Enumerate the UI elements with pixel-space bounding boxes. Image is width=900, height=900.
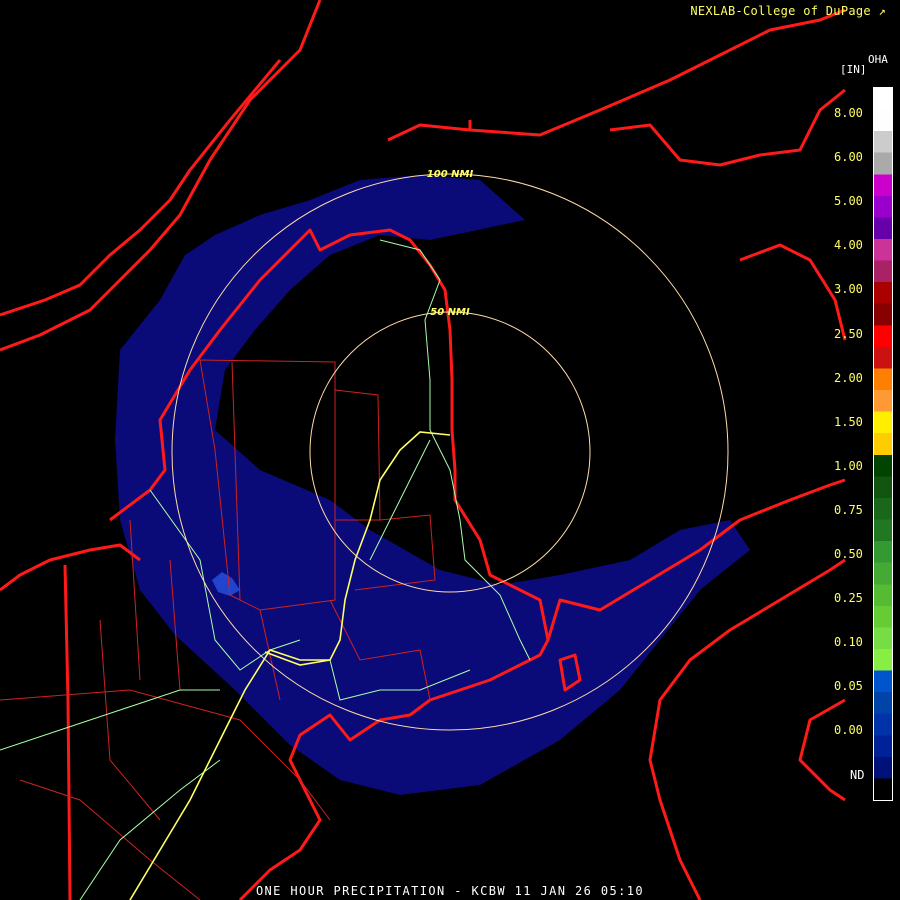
legend-label: 0.75 [834, 502, 863, 517]
legend-label: 0.05 [834, 679, 863, 694]
legend-label: 1.50 [834, 414, 863, 429]
ring-label-50: 50 NMI [430, 307, 470, 318]
credit-label: NEXLAB-College of DuPage [690, 4, 871, 18]
ring-label-100: 100 NMI [427, 169, 474, 180]
legend-label: 1.00 [834, 458, 863, 473]
legend-label: 2.00 [834, 370, 863, 385]
legend-label: 8.00 [834, 106, 863, 120]
external-link-icon[interactable]: ↗ [878, 4, 886, 18]
product-code: OHA [868, 53, 888, 66]
legend-label: 3.00 [834, 282, 863, 297]
legend-label: 6.00 [834, 150, 863, 165]
credit-text: NEXLAB-College of DuPage ↗ [690, 4, 886, 18]
legend-label: 0.00 [834, 723, 863, 738]
legend-label: 4.00 [834, 238, 863, 253]
radar-map: 50 NMI 100 NMI [0, 0, 900, 900]
legend-label: 0.25 [834, 591, 863, 606]
product-caption: ONE HOUR PRECIPITATION - KCBW 11 JAN 26 … [255, 884, 645, 898]
legend-label: 2.50 [834, 326, 863, 341]
legend-label: 0.10 [834, 635, 863, 650]
legend-label: 5.00 [834, 194, 863, 209]
legend-units: [IN] [840, 63, 867, 76]
legend-label: 0.50 [834, 547, 863, 561]
color-bar [873, 87, 893, 801]
